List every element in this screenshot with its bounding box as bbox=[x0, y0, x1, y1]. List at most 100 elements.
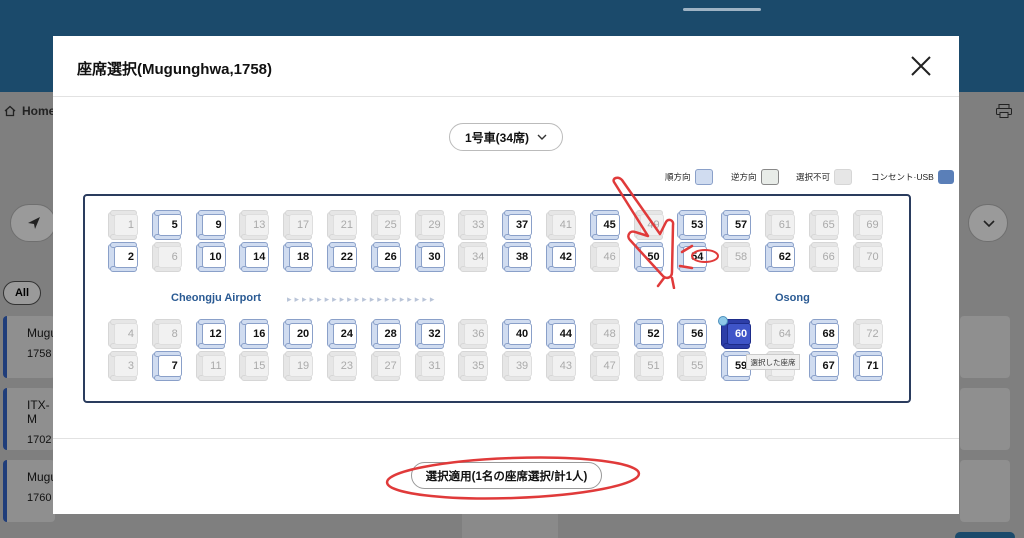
seat-45[interactable]: 45 bbox=[589, 210, 625, 240]
seat-number: 70 bbox=[858, 246, 883, 268]
seat-47: 47 bbox=[589, 351, 625, 381]
seat-52[interactable]: 52 bbox=[633, 319, 669, 349]
seat-48: 48 bbox=[589, 319, 625, 349]
seat-16[interactable]: 16 bbox=[239, 319, 274, 349]
seat-20[interactable]: 20 bbox=[283, 319, 318, 349]
seat-number: 29 bbox=[420, 214, 445, 236]
header-divider bbox=[53, 96, 959, 97]
seat-50[interactable]: 50 bbox=[633, 242, 669, 272]
seat-30[interactable]: 30 bbox=[414, 242, 450, 272]
seat-number: 44 bbox=[552, 323, 576, 345]
search-button[interactable] bbox=[10, 204, 56, 242]
seat-71[interactable]: 71 bbox=[852, 351, 888, 381]
seat-number: 25 bbox=[376, 214, 401, 236]
outlet-icon bbox=[937, 170, 954, 184]
seat-44[interactable]: 44 bbox=[546, 319, 581, 349]
legend-outlet: コンセント·USB bbox=[871, 168, 954, 186]
seat-number: 68 bbox=[814, 323, 839, 345]
seat-66: 66 bbox=[808, 242, 844, 272]
seat-number: 14 bbox=[245, 246, 270, 268]
seat-number: 9 bbox=[201, 214, 226, 236]
seat-number: 40 bbox=[508, 323, 533, 345]
seat-number: 33 bbox=[464, 214, 489, 236]
breadcrumb-home[interactable]: Home bbox=[4, 104, 55, 118]
seat-34: 34 bbox=[458, 242, 493, 272]
seat-62[interactable]: 62 bbox=[765, 242, 800, 272]
seat-1: 1 bbox=[108, 210, 143, 240]
seat-number: 32 bbox=[420, 323, 445, 345]
seat-43: 43 bbox=[546, 351, 581, 381]
seat-12[interactable]: 12 bbox=[195, 319, 231, 349]
seat-37[interactable]: 37 bbox=[502, 210, 537, 240]
seat-10[interactable]: 10 bbox=[195, 242, 231, 272]
seat-number: 11 bbox=[201, 355, 226, 377]
seat-number: 57 bbox=[727, 214, 752, 236]
seat-54[interactable]: 54 bbox=[677, 242, 712, 272]
seat-number: 21 bbox=[333, 214, 357, 236]
seat-25: 25 bbox=[370, 210, 406, 240]
seat-number: 51 bbox=[639, 355, 664, 377]
seat-number: 34 bbox=[464, 246, 489, 268]
seat-68[interactable]: 68 bbox=[808, 319, 844, 349]
seat-number: 54 bbox=[683, 246, 708, 268]
seat-41: 41 bbox=[546, 210, 581, 240]
car-selector[interactable]: 1号車(34席) bbox=[449, 123, 563, 151]
seat-23: 23 bbox=[327, 351, 362, 381]
seat-number: 49 bbox=[639, 214, 664, 236]
seat-number: 50 bbox=[639, 246, 664, 268]
legend-backward: 逆方向 bbox=[731, 168, 779, 186]
backward-seat-icon bbox=[760, 169, 779, 185]
seat-number: 47 bbox=[595, 355, 620, 377]
forward-seat-icon bbox=[694, 169, 713, 185]
seat-selection-modal: 座席選択(Mugunghwa,1758) 1号車(34席) 順方向 逆方向 選択… bbox=[53, 36, 959, 514]
seat-51: 51 bbox=[633, 351, 669, 381]
seat-56[interactable]: 56 bbox=[677, 319, 712, 349]
seat-22[interactable]: 22 bbox=[327, 242, 362, 272]
seat-53[interactable]: 53 bbox=[677, 210, 712, 240]
train-card[interactable]: Mugu 1758 bbox=[3, 316, 58, 378]
apply-selection-button[interactable]: 選択適用(1名の座席選択/計1人) bbox=[411, 462, 602, 489]
seat-14[interactable]: 14 bbox=[239, 242, 274, 272]
seat-5[interactable]: 5 bbox=[151, 210, 187, 240]
seat-38[interactable]: 38 bbox=[502, 242, 537, 272]
seat-7[interactable]: 7 bbox=[151, 351, 187, 381]
seat-number: 16 bbox=[245, 323, 270, 345]
seat-number: 5 bbox=[157, 214, 182, 236]
station-origin: Cheongju Airport bbox=[171, 292, 262, 304]
seat-67[interactable]: 67 bbox=[808, 351, 844, 381]
seat-40[interactable]: 40 bbox=[502, 319, 537, 349]
legend-forward: 順方向 bbox=[665, 168, 713, 186]
seat-27: 27 bbox=[370, 351, 406, 381]
close-icon[interactable] bbox=[909, 54, 933, 78]
home-icon bbox=[4, 105, 16, 117]
seat-28[interactable]: 28 bbox=[370, 319, 406, 349]
seat-number: 20 bbox=[289, 323, 314, 345]
seat-number: 19 bbox=[289, 355, 314, 377]
train-card-name: Mugu bbox=[27, 326, 58, 340]
seat-72: 72 bbox=[852, 319, 888, 349]
printer-icon[interactable] bbox=[996, 104, 1012, 118]
seat-9[interactable]: 9 bbox=[195, 210, 231, 240]
seat-number: 28 bbox=[376, 323, 401, 345]
seat-18[interactable]: 18 bbox=[283, 242, 318, 272]
seat-number: 24 bbox=[333, 323, 357, 345]
seat-number: 60 bbox=[727, 323, 752, 345]
train-card-name: Mugu bbox=[27, 470, 58, 484]
seat-2[interactable]: 2 bbox=[108, 242, 143, 272]
seat-32[interactable]: 32 bbox=[414, 319, 450, 349]
seat-24[interactable]: 24 bbox=[327, 319, 362, 349]
train-card[interactable]: ITX-M 1702 bbox=[3, 388, 55, 450]
seat-21: 21 bbox=[327, 210, 362, 240]
train-card-number: 1702 bbox=[27, 434, 52, 446]
filter-all-chip[interactable]: All bbox=[3, 281, 41, 305]
seat-26[interactable]: 26 bbox=[370, 242, 406, 272]
seat-number: 6 bbox=[157, 246, 182, 268]
seat-64: 64 bbox=[765, 319, 800, 349]
seat-number: 12 bbox=[201, 323, 226, 345]
expand-button[interactable] bbox=[968, 204, 1008, 242]
train-card[interactable]: Mugu 1760 bbox=[3, 460, 58, 522]
seat-57[interactable]: 57 bbox=[721, 210, 756, 240]
seat-42[interactable]: 42 bbox=[546, 242, 581, 272]
seat-number: 56 bbox=[683, 323, 708, 345]
legend-unavailable: 選択不可 bbox=[796, 168, 853, 186]
